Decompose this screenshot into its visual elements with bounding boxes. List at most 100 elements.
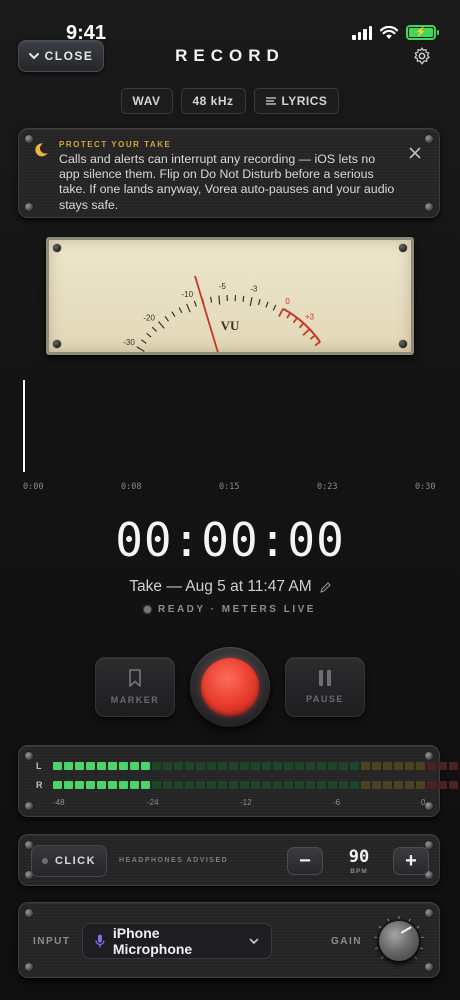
click-toggle[interactable]: CLICK: [31, 845, 107, 877]
level-segment: [229, 781, 238, 789]
status-line: READY · METERS LIVE: [0, 604, 460, 615]
gain-tick: [408, 918, 411, 922]
timeline-label: 0:15: [219, 482, 240, 492]
screw: [25, 963, 33, 971]
level-segment: [207, 781, 216, 789]
vu-scale-label: -30: [123, 338, 135, 347]
level-segment: [163, 762, 172, 770]
level-segment: [383, 781, 392, 789]
level-segment: [317, 781, 326, 789]
level-segment: [240, 762, 249, 770]
moon-icon: [35, 143, 48, 157]
vu-tick: [193, 300, 197, 307]
level-segment: [394, 781, 403, 789]
gain-tick: [378, 925, 382, 929]
metronome-panel: CLICK HEADPHONES ADVISED − 90 BPM +: [18, 834, 440, 886]
level-segment: [350, 781, 359, 789]
pause-button[interactable]: PAUSE: [285, 657, 365, 717]
timeline-label: 0:30: [415, 482, 436, 492]
level-segment: [75, 781, 84, 789]
level-segment: [196, 781, 205, 789]
bpm-increment-button[interactable]: +: [393, 847, 429, 875]
vu-meter: -30 -20 -10 -5 -3 0 +3 VU: [46, 237, 414, 355]
status-icons: ⚡: [352, 25, 439, 40]
vu-scale-label: +3: [305, 313, 315, 322]
signal-icon: [352, 25, 372, 40]
input-device-select[interactable]: iPhone Microphone: [82, 923, 272, 959]
format-chip[interactable]: WAV: [120, 88, 173, 114]
bpm-decrement-button[interactable]: −: [287, 847, 323, 875]
level-segment: [141, 781, 150, 789]
db-tick: -6: [333, 798, 341, 807]
level-segment: [53, 781, 62, 789]
left-level-bar: [53, 762, 460, 770]
lyrics-chip[interactable]: LYRICS: [253, 88, 340, 114]
level-segment: [449, 781, 458, 789]
input-device-label: iPhone Microphone: [112, 925, 193, 957]
level-segment: [262, 781, 271, 789]
pencil-icon[interactable]: [319, 581, 331, 593]
gear-icon[interactable]: [412, 46, 432, 66]
sample-rate-label: 48 kHz: [192, 94, 234, 108]
click-indicator: [41, 858, 48, 864]
headphones-hint: HEADPHONES ADVISED: [119, 857, 229, 864]
level-segment: [185, 781, 194, 789]
vu-tick: [146, 332, 152, 338]
level-segment: [97, 781, 106, 789]
screw: [25, 203, 33, 211]
mic-icon: [95, 934, 105, 948]
level-segment: [306, 762, 315, 770]
take-name[interactable]: Take — Aug 5 at 11:47 AM: [0, 578, 460, 596]
level-segment: [86, 781, 95, 789]
vu-scale-label: -10: [181, 290, 193, 299]
level-segment: [416, 781, 425, 789]
level-segment: [328, 762, 337, 770]
level-segment: [361, 781, 370, 789]
vu-tick: [141, 339, 147, 344]
level-segment: [427, 781, 436, 789]
timeline-label: 0:00: [23, 482, 44, 492]
right-level-bar: [53, 781, 460, 789]
vu-tick: [272, 304, 277, 311]
level-segment: [240, 781, 249, 789]
screw: [425, 802, 433, 810]
screw: [25, 909, 33, 917]
gain-tick: [416, 925, 420, 929]
marker-button[interactable]: MARKER: [95, 657, 175, 717]
level-segment: [218, 781, 227, 789]
vu-needle: [194, 275, 219, 352]
close-icon[interactable]: [409, 147, 421, 159]
level-segment: [273, 762, 282, 770]
record-button[interactable]: [190, 647, 270, 727]
level-segment: [108, 762, 117, 770]
gain-knob-pointer: [400, 926, 412, 934]
vu-scale-label: -20: [143, 314, 155, 323]
gain-tick: [419, 947, 423, 950]
sample-rate-chip[interactable]: 48 kHz: [180, 88, 246, 114]
level-segment: [64, 762, 73, 770]
screw: [25, 135, 33, 143]
click-label: CLICK: [54, 855, 97, 867]
vu-scale-label: 0: [285, 297, 290, 306]
vu-tick: [249, 297, 253, 307]
bookmark-icon: [129, 669, 141, 687]
left-channel-label: L: [36, 761, 42, 771]
input-label: INPUT: [33, 936, 71, 947]
playhead[interactable]: [23, 380, 25, 472]
level-segment: [251, 762, 260, 770]
level-segment: [64, 781, 73, 789]
db-tick: 0: [421, 798, 426, 807]
gain-knob[interactable]: [379, 921, 419, 961]
level-segment: [196, 762, 205, 770]
recording-options: WAV 48 kHz LYRICS: [0, 88, 460, 114]
gain-tick: [387, 918, 390, 922]
page-title: RECORD: [175, 46, 285, 65]
input-panel: INPUT iPhone Microphone GAIN: [18, 902, 440, 978]
pause-label: PAUSE: [306, 694, 344, 704]
vu-tick: [178, 307, 183, 314]
timeline-label: 0:08: [121, 482, 142, 492]
level-segment: [130, 762, 139, 770]
level-segment: [339, 762, 348, 770]
gain-tick: [380, 956, 384, 960]
level-segment: [119, 781, 128, 789]
